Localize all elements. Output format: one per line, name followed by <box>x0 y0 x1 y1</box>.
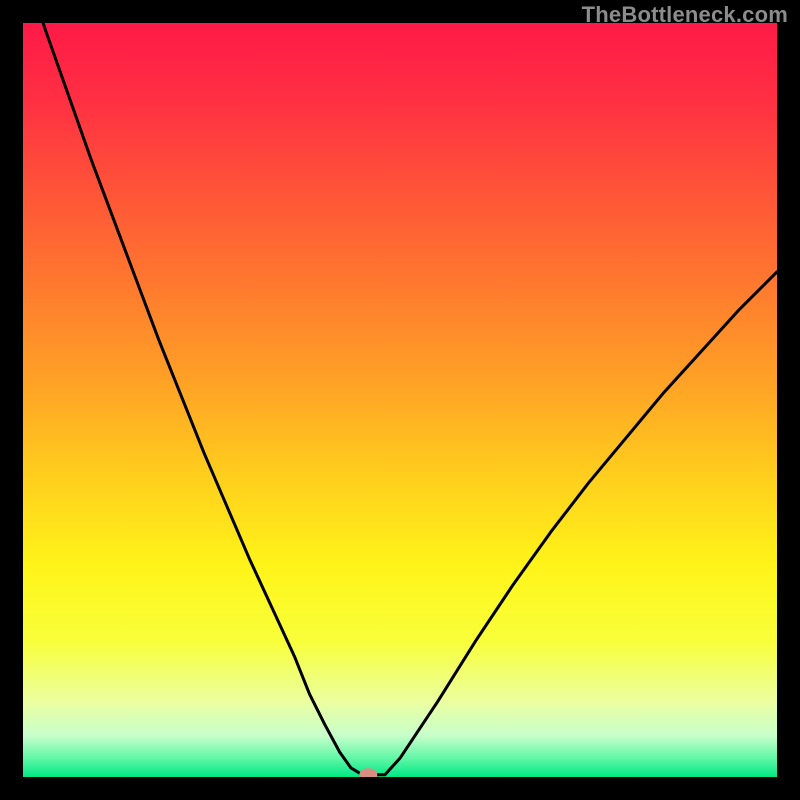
bottleneck-chart <box>23 23 777 777</box>
chart-frame: TheBottleneck.com <box>0 0 800 800</box>
gradient-bg <box>23 23 777 777</box>
